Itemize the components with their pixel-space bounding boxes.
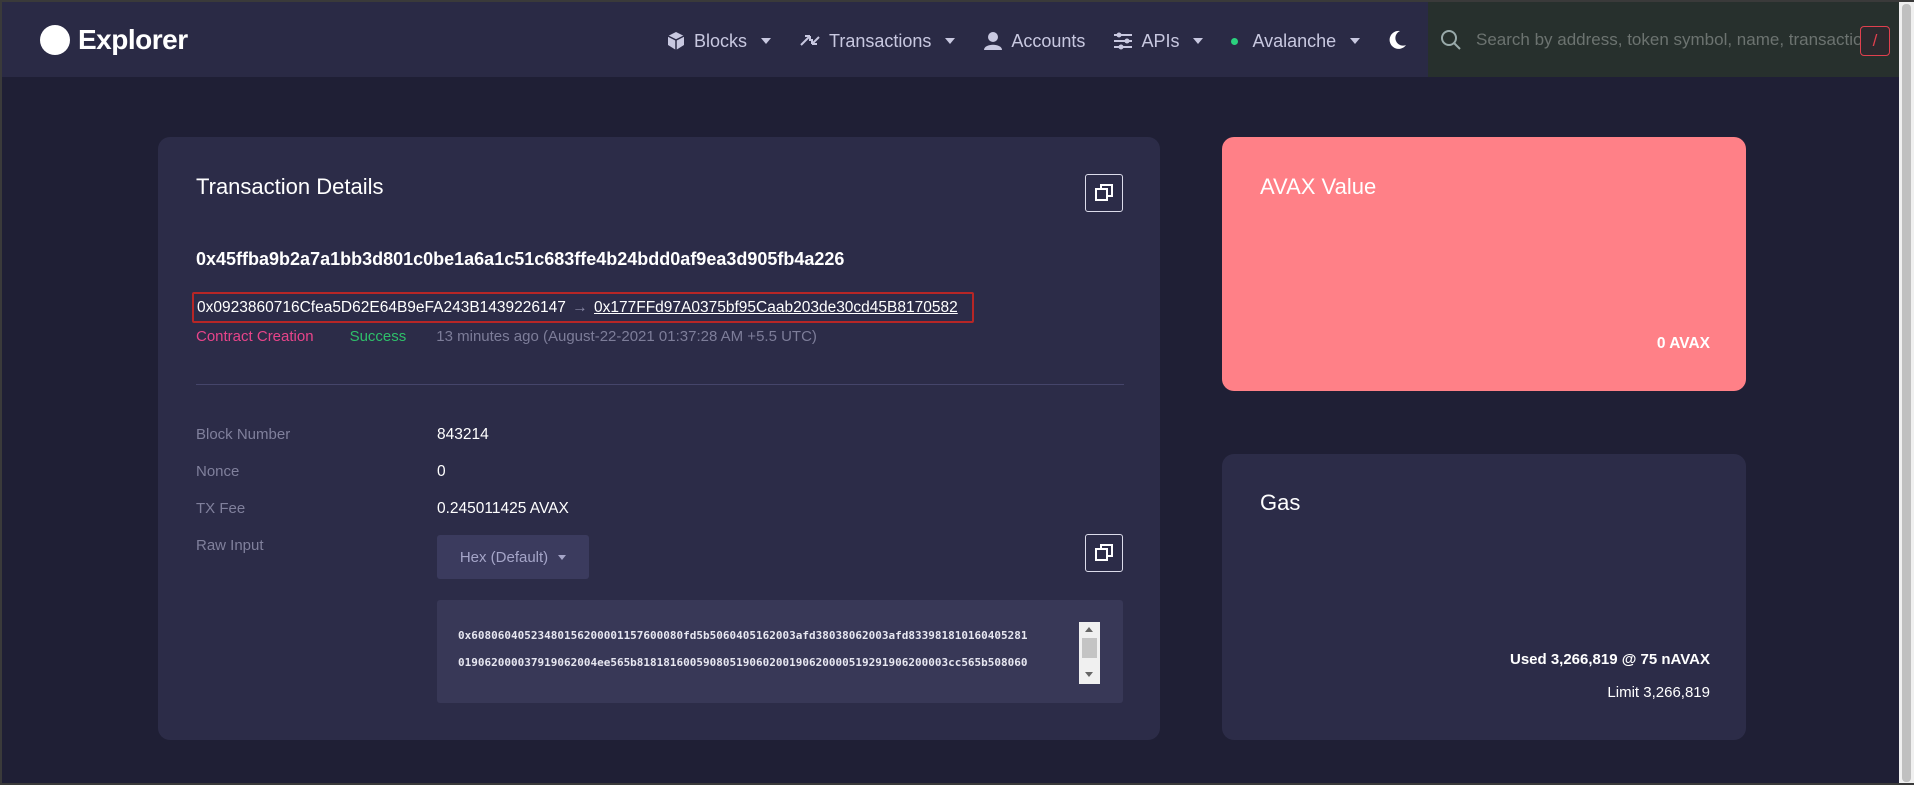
gas-card: Gas Used 3,266,819 @ 75 nAVAX Limit 3,26…: [1222, 454, 1746, 740]
nonce-label: Nonce: [196, 463, 240, 480]
nav-apis-label: APIs: [1141, 30, 1180, 51]
nonce-value: 0: [437, 463, 446, 480]
search-input[interactable]: [1476, 24, 1876, 56]
nav-transactions[interactable]: Transactions: [799, 26, 956, 56]
copy-button[interactable]: [1085, 174, 1123, 212]
search-bar: [1428, 2, 1914, 77]
gas-limit: Limit 3,266,819: [1607, 684, 1710, 701]
raw-input-label: Raw Input: [196, 537, 264, 554]
scroll-down-icon[interactable]: [1085, 672, 1093, 677]
main-nav: Blocks Transactions Accounts APIs Avalan…: [666, 26, 1388, 56]
raw-input-line: 0x60806040523480156200001157600080fd5b50…: [458, 629, 1028, 642]
status-row: Contract Creation Success 13 minutes ago…: [196, 328, 817, 345]
block-number-value[interactable]: 843214: [437, 426, 489, 444]
search-shortcut-key: /: [1860, 26, 1890, 56]
logo[interactable]: Explorer: [40, 24, 188, 56]
top-navbar: Explorer Blocks Transactions Accounts AP…: [2, 2, 1914, 77]
avax-value: 0 AVAX: [1656, 335, 1710, 352]
arrow-right-icon: →: [572, 299, 588, 316]
nav-accounts[interactable]: Accounts: [983, 26, 1085, 56]
tx-fee-label: TX Fee: [196, 500, 246, 517]
nav-blocks[interactable]: Blocks: [666, 26, 772, 56]
raw-format-dropdown[interactable]: Hex (Default): [437, 535, 589, 579]
logo-circle-icon: [40, 25, 70, 55]
network-status-dot-icon: [1231, 37, 1239, 45]
app-name: Explorer: [78, 24, 188, 55]
nav-accounts-label: Accounts: [1011, 30, 1086, 51]
transaction-hash[interactable]: 0x45ffba9b2a7a1bb3d801c0be1a6a1c51c683ff…: [196, 249, 844, 270]
moon-icon[interactable]: [1386, 29, 1408, 51]
nav-apis[interactable]: APIs: [1113, 26, 1204, 56]
chevron-down-icon: [1193, 38, 1204, 44]
network-selector[interactable]: Avalanche: [1231, 26, 1361, 56]
status-badge: Success: [349, 328, 407, 345]
avax-value-card: AVAX Value 0 AVAX: [1222, 137, 1746, 391]
card-title: Transaction Details: [196, 174, 384, 199]
copy-icon: [1095, 184, 1113, 201]
block-number-label: Block Number: [196, 426, 291, 443]
chevron-down-icon: [761, 38, 772, 44]
from-to-addresses: 0x0923860716Cfea5D62E64B9eFA243B14392261…: [192, 292, 974, 323]
chevron-down-icon: [1350, 38, 1361, 44]
nav-transactions-label: Transactions: [829, 30, 932, 51]
from-address[interactable]: 0x0923860716Cfea5D62E64B9eFA243B14392261…: [197, 299, 566, 316]
transfer-arrows-icon: [800, 35, 820, 46]
avax-card-title: AVAX Value: [1260, 174, 1377, 199]
timestamp: 13 minutes ago (August-22-2021 01:37:28 …: [436, 328, 817, 345]
copy-raw-input-button[interactable]: [1085, 534, 1123, 572]
tx-fee-value: 0.245011425 AVAX: [437, 500, 569, 517]
raw-input-content: 0x60806040523480156200001157600080fd5b50…: [458, 622, 1086, 676]
nav-blocks-label: Blocks: [694, 30, 748, 51]
raw-input-textbox[interactable]: 0x60806040523480156200001157600080fd5b50…: [437, 600, 1123, 703]
gas-used: Used 3,266,819 @ 75 nAVAX: [1509, 651, 1710, 668]
gas-card-title: Gas: [1260, 490, 1301, 515]
sliders-icon: [1114, 32, 1133, 50]
transaction-details-card: Transaction Details 0x45ffba9b2a7a1bb3d8…: [158, 137, 1160, 740]
user-icon: [984, 32, 1003, 50]
raw-input-scrollbar[interactable]: [1079, 622, 1100, 684]
raw-format-label: Hex (Default): [459, 548, 549, 566]
scroll-up-icon[interactable]: [1085, 627, 1093, 632]
divider: [196, 384, 1124, 385]
cube-icon: [667, 32, 685, 50]
copy-icon: [1095, 544, 1113, 561]
chevron-down-icon: [558, 554, 567, 560]
type-badge: Contract Creation: [196, 328, 314, 345]
to-address[interactable]: 0x177FFd97A0375bf95Caab203de30cd45B81705…: [594, 299, 958, 316]
raw-input-line: 019062000037919062004ee565b8181816005908…: [458, 656, 1028, 669]
network-label: Avalanche: [1252, 30, 1337, 51]
search-icon: [1441, 30, 1461, 50]
page-scrollbar-thumb[interactable]: [1902, 4, 1911, 782]
scrollbar-thumb[interactable]: [1082, 638, 1097, 658]
chevron-down-icon: [945, 38, 956, 44]
